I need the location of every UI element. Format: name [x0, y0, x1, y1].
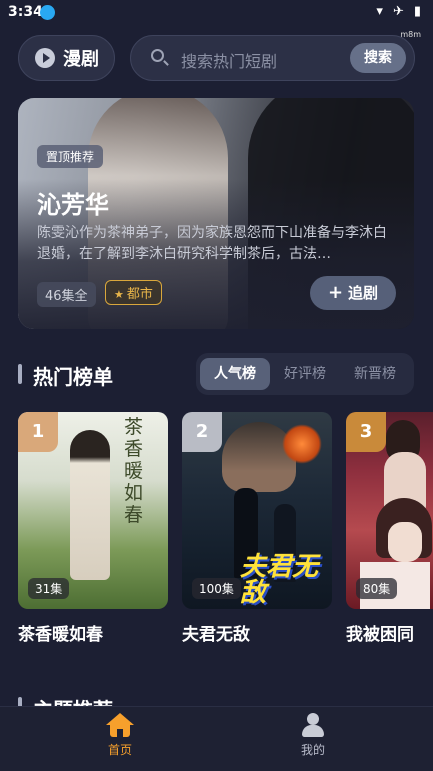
bottom-nav: 首页 我的 [0, 706, 433, 771]
card-title: 夫君无敌 [182, 625, 250, 645]
wifi-icon: ▾ [376, 4, 383, 19]
nav-profile[interactable]: 我的 [273, 713, 353, 758]
poster-title-art: 茶香暖如春 [124, 416, 144, 526]
brand-label: 漫剧 [63, 49, 99, 70]
status-time: 3:34 [8, 4, 43, 20]
nav-profile-label: 我的 [300, 743, 325, 757]
download-icon [40, 5, 55, 20]
rank-badge: 3 [346, 412, 386, 452]
follow-label: 追剧 [348, 284, 379, 302]
drama-card[interactable]: 3 80集 我被困同 [346, 412, 433, 652]
search-input[interactable]: 搜索热门短剧 [181, 48, 277, 72]
star-icon: ★ [114, 288, 124, 301]
user-icon [299, 713, 327, 737]
episode-badge: 100集 [192, 578, 241, 599]
poster-image: 3 80集 [346, 412, 433, 609]
hero-banner[interactable]: 置顶推荐 沁芳华 陈雯沁作为茶神弟子，因为家族恩怨而下山准备与李沐白退婚，在了解… [18, 98, 414, 329]
follow-button[interactable]: + 追剧 [310, 276, 396, 310]
ranking-header: 热门榜单 人气榜 好评榜 新晋榜 [18, 353, 414, 395]
card-title: 茶香暖如春 [18, 625, 103, 645]
episode-count-badge: 46集全 [37, 282, 96, 307]
brand-button[interactable]: 漫剧 [18, 35, 115, 81]
battery-icon: ▮ [413, 4, 421, 19]
section-title: 热门榜单 [33, 365, 113, 389]
search-button[interactable]: 搜索 [350, 43, 406, 73]
genre-badge: ★ 都市 [105, 280, 162, 305]
status-icons: ▾ ✈ ▮ [376, 4, 421, 19]
tab-new[interactable]: 新晋榜 [340, 358, 410, 390]
poster-image: 夫君无敌 2 100集 [182, 412, 332, 609]
poster-title-art: 夫君无敌 [240, 552, 319, 608]
rank-badge: 2 [182, 412, 222, 452]
nav-home-label: 首页 [107, 743, 132, 757]
status-bar: 3:34 ▾ ✈ ▮ [0, 0, 433, 26]
episode-badge: 80集 [356, 578, 398, 599]
genre-label: 都市 [126, 287, 153, 302]
search-icon [151, 49, 164, 62]
top-bar: 漫剧 搜索热门短剧 搜索 [18, 35, 415, 81]
episode-badge: 31集 [28, 578, 70, 599]
play-icon [35, 48, 55, 68]
tab-rated[interactable]: 好评榜 [270, 358, 340, 390]
search-bar[interactable]: 搜索热门短剧 搜索 [130, 35, 415, 81]
tab-popular[interactable]: 人气榜 [200, 358, 270, 390]
poster-image: 茶香暖如春 1 31集 [18, 412, 168, 609]
hero-title: 沁芳华 [37, 191, 109, 219]
rank-badge: 1 [18, 412, 58, 452]
nav-home[interactable]: 首页 [80, 713, 160, 758]
ranking-tabs: 人气榜 好评榜 新晋榜 [196, 353, 414, 395]
hero-tag: 置顶推荐 [37, 145, 104, 168]
card-title: 我被困同 [346, 625, 414, 645]
hero-description: 陈雯沁作为茶神弟子，因为家族恩怨而下山准备与李沐白退婚，在了解到李沐白研究科学制… [37, 225, 387, 262]
home-icon [106, 713, 134, 737]
airplane-icon: ✈ [392, 4, 404, 19]
plus-icon: + [327, 282, 344, 303]
